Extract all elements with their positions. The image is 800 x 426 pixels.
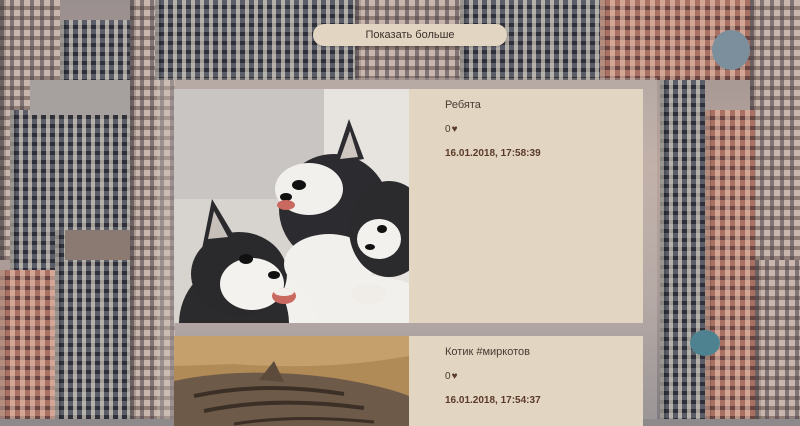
like-counter[interactable]: 0 ♥ (445, 371, 541, 382)
post-photo-tabby-cat[interactable] (174, 336, 409, 426)
like-count: 0 (445, 371, 451, 382)
like-count: 0 (445, 124, 451, 135)
show-more-button[interactable]: Показать больше (313, 24, 507, 46)
post-date: 16.01.2018, 17:54:37 (445, 395, 541, 406)
heart-icon[interactable]: ♥ (452, 371, 458, 382)
post-info: Ребята 0 ♥ 16.01.2018, 17:58:39 (445, 99, 541, 159)
post-title: Ребята (445, 99, 481, 111)
heart-icon[interactable]: ♥ (452, 124, 458, 135)
post-title: Котик #миркотов (445, 346, 530, 358)
like-counter[interactable]: 0 ♥ (445, 124, 541, 135)
post-info: Котик #миркотов 0 ♥ 16.01.2018, 17:54:37 (445, 346, 541, 406)
post-date: 16.01.2018, 17:58:39 (445, 148, 541, 159)
post-card[interactable]: Ребята 0 ♥ 16.01.2018, 17:58:39 (174, 89, 643, 323)
post-photo-husky-puppies[interactable] (174, 89, 409, 323)
post-card[interactable]: Котик #миркотов 0 ♥ 16.01.2018, 17:54:37 (174, 336, 643, 426)
